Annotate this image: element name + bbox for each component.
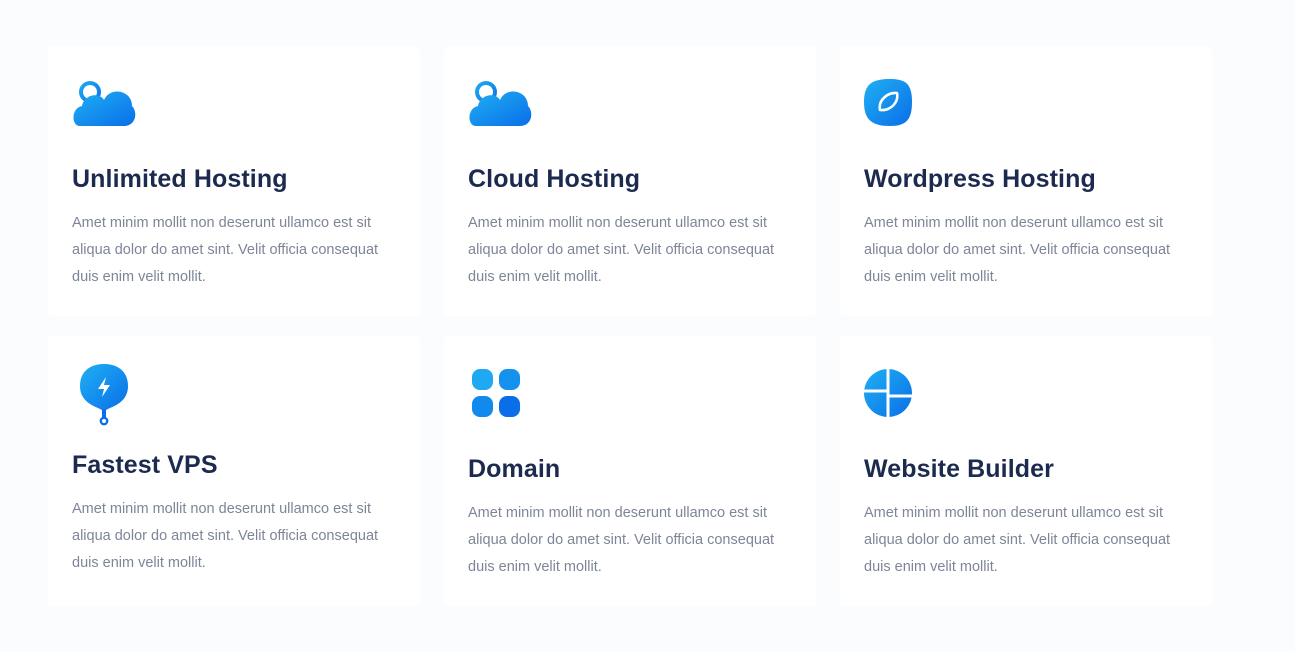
leaf-icon xyxy=(864,78,928,130)
feature-description: Amet minim mollit non deserunt ullamco e… xyxy=(468,505,775,575)
feature-card-cloud-hosting[interactable]: Cloud Hosting Amet minim mollit non dese… xyxy=(444,46,816,316)
feature-description: Amet minim mollit non deserunt ullamco e… xyxy=(468,215,775,285)
feature-card-wordpress-hosting[interactable]: Wordpress Hosting Amet minim mollit non … xyxy=(840,46,1212,316)
feature-title: Wordpress Hosting xyxy=(864,165,1096,193)
feature-card-unlimited-hosting[interactable]: Unlimited Hosting Amet minim mollit non … xyxy=(48,46,420,316)
feature-title: Fastest VPS xyxy=(72,451,218,479)
feature-description: Amet minim mollit non deserunt ullamco e… xyxy=(864,215,1171,285)
grid-icon xyxy=(468,368,532,420)
pie-chart-icon xyxy=(864,368,928,420)
feature-title: Unlimited Hosting xyxy=(72,165,288,193)
lightning-bulb-icon xyxy=(72,364,136,426)
feature-card-website-builder[interactable]: Website Builder Amet minim mollit non de… xyxy=(840,336,1212,606)
feature-title: Domain xyxy=(468,455,561,483)
feature-description: Amet minim mollit non deserunt ullamco e… xyxy=(864,505,1171,575)
feature-title: Website Builder xyxy=(864,455,1054,483)
cloud-icon xyxy=(468,78,532,130)
feature-title: Cloud Hosting xyxy=(468,165,641,193)
features-grid: Unlimited Hosting Amet minim mollit non … xyxy=(48,46,1212,606)
feature-description: Amet minim mollit non deserunt ullamco e… xyxy=(72,501,379,571)
cloud-icon xyxy=(72,78,136,130)
feature-description: Amet minim mollit non deserunt ullamco e… xyxy=(72,215,379,285)
feature-card-fastest-vps[interactable]: Fastest VPS Amet minim mollit non deseru… xyxy=(48,336,420,606)
feature-card-domain[interactable]: Domain Amet minim mollit non deserunt ul… xyxy=(444,336,816,606)
